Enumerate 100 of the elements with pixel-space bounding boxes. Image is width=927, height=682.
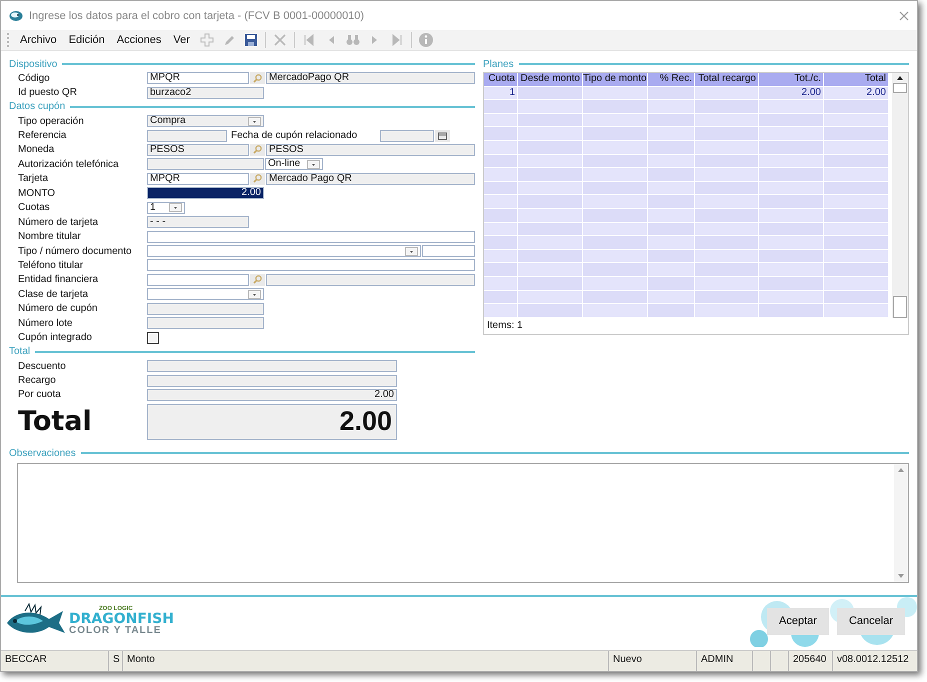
checkbox[interactable] <box>147 332 159 344</box>
calendar-button[interactable] <box>435 130 450 142</box>
search-icon <box>253 145 262 154</box>
status-cell: 205640 <box>789 651 833 671</box>
total-amount: 2.00 <box>147 404 397 440</box>
section-title: Dispositivo <box>9 58 58 70</box>
description-field: Mercado Pago QR <box>266 172 475 185</box>
description-field: PESOS <box>266 144 475 156</box>
status-cell: Nuevo <box>609 651 697 671</box>
field-label: Número lote <box>17 318 74 329</box>
items-count: Items: 1 <box>486 318 524 333</box>
amount-field: 2.00 <box>147 388 397 401</box>
window-title: Ingrese los datos para el cobro con tarjeta - (FCV B 0001-00000010) <box>29 10 364 22</box>
field-label: Por cuota <box>17 389 62 400</box>
column-header[interactable]: % Rec. <box>648 73 695 86</box>
dropdown[interactable] <box>147 245 421 258</box>
column-header[interactable]: Tipo de monto <box>583 73 648 86</box>
table-cell: 2.00 <box>759 86 824 100</box>
field-label: Nombre titular <box>17 231 82 242</box>
total-label: Total <box>17 406 93 438</box>
save-icon[interactable] <box>242 32 259 48</box>
dialog-button[interactable]: Cancelar <box>836 608 905 635</box>
lookup-button[interactable] <box>250 144 265 156</box>
scrollbar[interactable] <box>894 464 908 582</box>
lookup-button[interactable] <box>250 172 265 185</box>
field-label: Id puesto QR <box>17 87 78 98</box>
dropdown[interactable]: 1 <box>147 202 185 214</box>
caret-icon <box>248 290 261 299</box>
column-header[interactable]: Total recargo <box>695 73 759 86</box>
field-label: Moneda <box>17 144 56 156</box>
lookup-button[interactable] <box>250 72 265 84</box>
status-cell-text: v08.0012.12512 <box>836 653 910 667</box>
menu-item[interactable]: Archivo <box>17 34 60 46</box>
amount-field[interactable]: 2.00 <box>147 187 264 200</box>
field-label: Tipo / número documento <box>17 246 133 257</box>
date-field[interactable] <box>380 130 434 142</box>
field-label: Cuotas <box>17 202 51 214</box>
scroll-down-icon <box>896 572 906 580</box>
caret-icon <box>307 160 320 169</box>
calendar-icon <box>438 132 447 140</box>
status-cell: Monto <box>123 651 609 671</box>
search-icon <box>253 275 262 284</box>
status-cell: BECCAR <box>1 651 109 671</box>
caret-icon <box>405 246 418 256</box>
caret-icon <box>169 203 182 212</box>
status-cell: S <box>109 651 123 671</box>
dropdown-value: 1 <box>150 202 156 213</box>
dropdown-value: On-line <box>268 159 300 170</box>
column-header[interactable]: Tot./c. <box>759 73 824 86</box>
menu-item[interactable]: Edición <box>66 34 108 46</box>
input-field[interactable]: MPQR <box>147 72 249 84</box>
field-label: Teléfono titular <box>17 260 84 271</box>
section-title: Observaciones <box>9 448 76 459</box>
field-label: Autorización telefónica <box>17 158 120 170</box>
field-label: Descuento <box>17 360 67 372</box>
input-field[interactable] <box>147 259 475 272</box>
column-header[interactable]: Cuota <box>484 73 518 86</box>
input-field[interactable] <box>422 245 475 258</box>
field-label: Entidad financiera <box>17 274 100 286</box>
column-header[interactable]: Desde monto <box>518 73 583 86</box>
section-title: Datos cupón <box>9 101 66 112</box>
dropdown-value: Compra <box>150 116 186 126</box>
dropdown[interactable] <box>147 288 264 300</box>
field-label: Recargo <box>17 375 57 386</box>
field-label: Número de cupón <box>17 303 98 314</box>
field-label: MONTO <box>17 188 56 199</box>
scrollbar[interactable] <box>892 73 908 318</box>
lookup-button[interactable] <box>250 274 265 286</box>
column-header[interactable]: Total <box>824 73 889 86</box>
field-label: Número de tarjeta <box>17 216 100 228</box>
field-label: Referencia <box>17 130 68 142</box>
field-label: Fecha de cupón relacionado <box>230 130 358 142</box>
field-label: Tipo operación <box>17 116 85 127</box>
scroll-thumb[interactable] <box>893 83 907 93</box>
field-label: Clase de tarjeta <box>17 288 90 300</box>
section-title: Total <box>9 346 30 358</box>
caret-icon <box>248 116 261 126</box>
close-icon[interactable] <box>899 10 909 20</box>
dialog-button[interactable]: Aceptar <box>767 608 829 635</box>
table-cell: 2.00 <box>824 86 889 100</box>
field-label: Tarjeta <box>17 173 50 184</box>
menu-item[interactable]: Acciones <box>114 34 164 46</box>
notes-field[interactable] <box>17 463 909 584</box>
menu-item[interactable]: Ver <box>170 34 193 46</box>
table-cell: 1 <box>484 86 518 100</box>
input-field[interactable]: MPQR <box>147 172 249 185</box>
scroll-up-icon <box>896 466 906 474</box>
search-icon <box>253 74 262 83</box>
brand-name: DRAGONFISH <box>69 612 174 626</box>
scroll-thumb[interactable] <box>893 296 907 318</box>
brand-tagline: COLOR Y TALLE <box>69 626 162 636</box>
search-icon <box>253 174 262 184</box>
status-cell: ADMIN <box>697 651 753 671</box>
section-title: Planes <box>483 58 514 70</box>
field-label: Cupón integrado <box>17 332 93 344</box>
input-field[interactable] <box>147 230 475 243</box>
field-label: Código <box>17 72 51 84</box>
description-field: MercadoPago QR <box>266 72 475 84</box>
input-field[interactable] <box>147 274 249 286</box>
app-icon <box>9 10 23 22</box>
